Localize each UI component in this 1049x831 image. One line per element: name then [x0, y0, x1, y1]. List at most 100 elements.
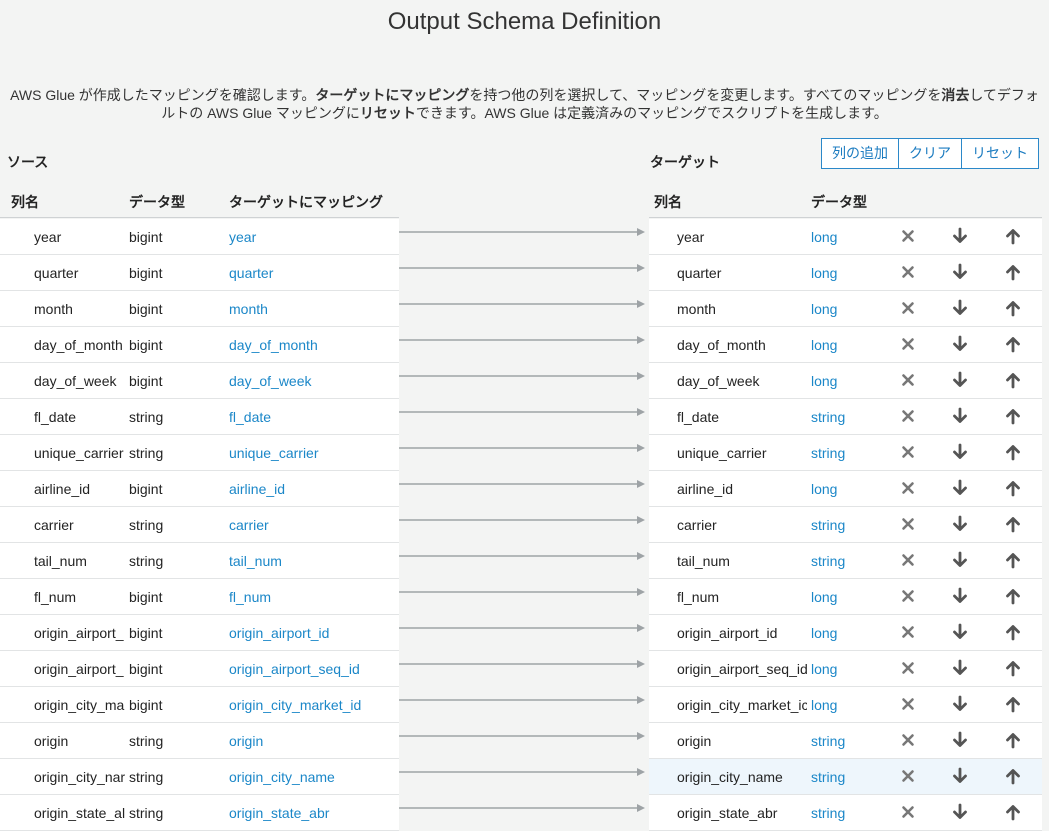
arrow-up-icon[interactable]	[1003, 730, 1023, 750]
target-column-type[interactable]: long	[811, 589, 881, 605]
target-mapping-link[interactable]: origin_airport_id	[229, 625, 394, 641]
arrow-up-icon[interactable]	[1003, 514, 1023, 534]
arrow-down-icon[interactable]	[950, 694, 970, 714]
arrow-down-icon[interactable]	[950, 802, 970, 822]
arrow-down-icon[interactable]	[950, 478, 970, 498]
target-column-type[interactable]: long	[811, 301, 881, 317]
arrow-down-icon[interactable]	[950, 766, 970, 786]
target-column-type[interactable]: string	[811, 409, 881, 425]
target-column-type[interactable]: long	[811, 265, 881, 281]
target-mapping-link[interactable]: origin_city_market_id	[229, 697, 394, 713]
target-mapping-link[interactable]: fl_date	[229, 409, 394, 425]
target-mapping-link[interactable]: origin	[229, 733, 394, 749]
arrow-up-icon[interactable]	[1003, 658, 1023, 678]
arrow-up-icon[interactable]	[1003, 622, 1023, 642]
arrow-up-icon[interactable]	[1003, 334, 1023, 354]
x-icon[interactable]	[898, 802, 918, 822]
target-mapping-link[interactable]: airline_id	[229, 481, 394, 497]
target-column-type[interactable]: long	[811, 661, 881, 677]
target-column-type[interactable]: string	[811, 733, 881, 749]
arrow-down-icon[interactable]	[950, 586, 970, 606]
target-column-type[interactable]: string	[811, 445, 881, 461]
x-icon[interactable]	[898, 262, 918, 282]
target-mapping-link[interactable]: origin_airport_seq_id	[229, 661, 394, 677]
target-mapping-link[interactable]: origin_city_name	[229, 769, 394, 785]
arrow-down-icon[interactable]	[950, 658, 970, 678]
x-icon[interactable]	[898, 658, 918, 678]
x-icon[interactable]	[898, 586, 918, 606]
add-column-button[interactable]: 列の追加	[821, 138, 899, 169]
arrow-down-icon[interactable]	[950, 334, 970, 354]
arrow-down-icon[interactable]	[950, 514, 970, 534]
target-column-type[interactable]: long	[811, 373, 881, 389]
arrow-down-icon[interactable]	[950, 406, 970, 426]
mapping-arrow-head	[637, 804, 645, 812]
target-mapping-link[interactable]: year	[229, 229, 394, 245]
target-column-type[interactable]: string	[811, 553, 881, 569]
arrow-up-icon[interactable]	[1003, 550, 1023, 570]
target-column-type[interactable]: long	[811, 229, 881, 245]
arrow-up-icon[interactable]	[1003, 586, 1023, 606]
target-mapping-link[interactable]: origin_state_abr	[229, 805, 394, 821]
arrow-up-icon[interactable]	[1003, 442, 1023, 462]
x-icon[interactable]	[898, 478, 918, 498]
arrow-up-icon[interactable]	[1003, 802, 1023, 822]
target-column-name: origin	[677, 733, 712, 749]
source-column-name: carrier	[34, 517, 74, 533]
arrow-up-icon[interactable]	[1003, 766, 1023, 786]
target-mapping-link[interactable]: day_of_month	[229, 337, 394, 353]
x-icon[interactable]	[898, 298, 918, 318]
target-column-type[interactable]: string	[811, 769, 881, 785]
mapping-arrow-head	[637, 408, 645, 416]
x-icon[interactable]	[898, 622, 918, 642]
reset-button[interactable]: リセット	[962, 138, 1039, 169]
arrow-up-icon[interactable]	[1003, 226, 1023, 246]
target-column-type[interactable]: string	[811, 517, 881, 533]
target-column-type[interactable]: long	[811, 625, 881, 641]
target-row: origin_city_name string	[649, 759, 1042, 795]
target-column-type[interactable]: string	[811, 805, 881, 821]
arrow-down-icon[interactable]	[950, 622, 970, 642]
target-column-name: origin_airport_id	[677, 625, 778, 641]
arrow-down-icon[interactable]	[950, 370, 970, 390]
arrow-down-icon[interactable]	[950, 262, 970, 282]
clear-button[interactable]: クリア	[899, 138, 962, 169]
target-column-type[interactable]: long	[811, 337, 881, 353]
target-mapping-link[interactable]: fl_num	[229, 589, 394, 605]
arrow-down-icon[interactable]	[950, 226, 970, 246]
x-icon[interactable]	[898, 694, 918, 714]
arrow-down-icon[interactable]	[950, 298, 970, 318]
target-row: fl_date string	[649, 399, 1042, 435]
source-row: unique_carrier string unique_carrier	[0, 435, 399, 471]
x-icon[interactable]	[898, 442, 918, 462]
target-mapping-link[interactable]: tail_num	[229, 553, 394, 569]
target-mapping-link[interactable]: month	[229, 301, 394, 317]
target-column-name: origin_city_market_ic	[677, 697, 807, 713]
target-column-type[interactable]: long	[811, 481, 881, 497]
x-icon[interactable]	[898, 730, 918, 750]
arrow-up-icon[interactable]	[1003, 262, 1023, 282]
arrow-up-icon[interactable]	[1003, 370, 1023, 390]
x-icon[interactable]	[898, 766, 918, 786]
arrow-down-icon[interactable]	[950, 550, 970, 570]
source-column-name: origin	[34, 733, 69, 749]
target-mapping-link[interactable]: quarter	[229, 265, 394, 281]
arrow-down-icon[interactable]	[950, 730, 970, 750]
target-mapping-link[interactable]: day_of_week	[229, 373, 394, 389]
arrow-up-icon[interactable]	[1003, 478, 1023, 498]
x-icon[interactable]	[898, 514, 918, 534]
mapping-arrows	[399, 228, 645, 812]
x-icon[interactable]	[898, 370, 918, 390]
page-title: Output Schema Definition	[387, 8, 662, 35]
arrow-up-icon[interactable]	[1003, 694, 1023, 714]
x-icon[interactable]	[898, 226, 918, 246]
arrow-down-icon[interactable]	[950, 442, 970, 462]
target-mapping-link[interactable]: unique_carrier	[229, 445, 394, 461]
arrow-up-icon[interactable]	[1003, 298, 1023, 318]
target-mapping-link[interactable]: carrier	[229, 517, 394, 533]
arrow-up-icon[interactable]	[1003, 406, 1023, 426]
x-icon[interactable]	[898, 334, 918, 354]
target-column-type[interactable]: long	[811, 697, 881, 713]
x-icon[interactable]	[898, 406, 918, 426]
x-icon[interactable]	[898, 550, 918, 570]
